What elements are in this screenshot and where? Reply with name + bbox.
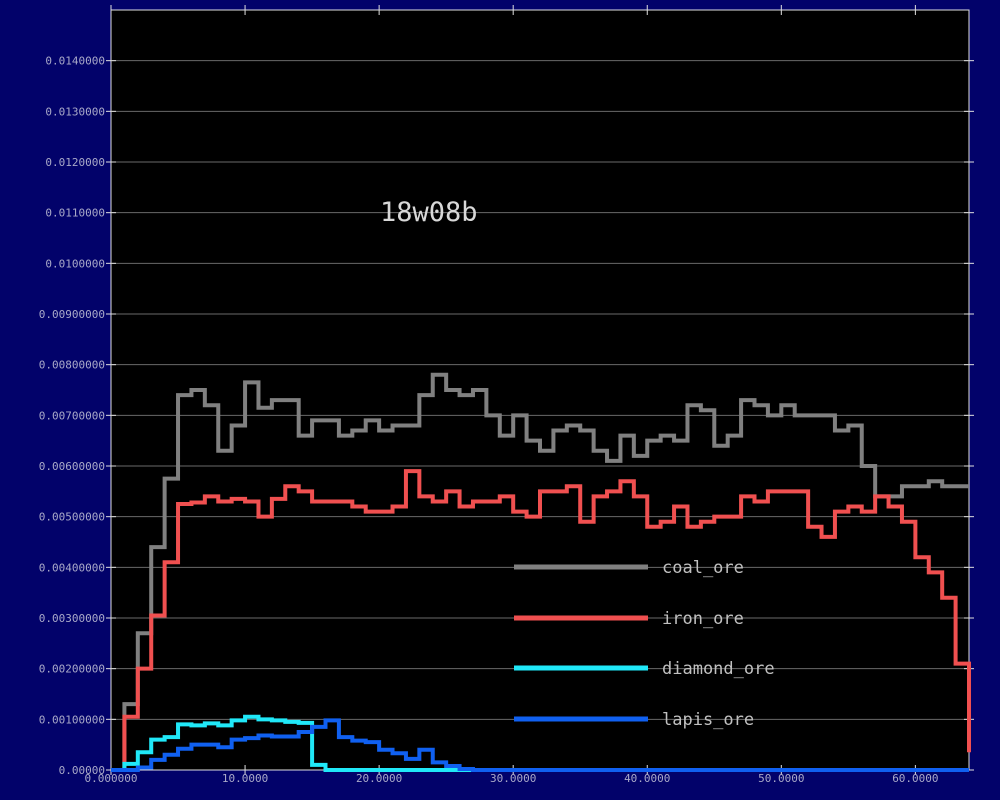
- x-tick-label: 60.0000: [892, 772, 938, 785]
- chart-title: 18w08b: [380, 197, 478, 228]
- x-tick-label: 0.000000: [85, 772, 138, 785]
- plot-background: [110, 9, 970, 771]
- y-tick-label: 0.00800000: [39, 359, 105, 372]
- x-tick-label: 40.0000: [624, 772, 670, 785]
- x-tick-label: 30.0000: [490, 772, 536, 785]
- y-tick-label: 0.0100000: [45, 257, 105, 270]
- x-tick-label: 50.0000: [758, 772, 804, 785]
- y-tick-label: 0.0110000: [45, 207, 105, 220]
- chart-svg: 0.000000.001000000.002000000.003000000.0…: [39, 5, 974, 785]
- y-tick-label: 0.00100000: [39, 713, 105, 726]
- legend-label-lapis-ore: lapis_ore: [662, 710, 754, 730]
- y-tick-label: 0.00900000: [39, 308, 105, 321]
- x-tick-label: 10.0000: [222, 772, 268, 785]
- legend-label-iron-ore: iron_ore: [662, 609, 744, 629]
- legend-label-diamond-ore: diamond_ore: [662, 659, 775, 679]
- y-tick-label: 0.0140000: [45, 55, 105, 68]
- y-tick-label: 0.0120000: [45, 156, 105, 169]
- y-tick-label: 0.0130000: [45, 105, 105, 118]
- y-tick-label: 0.00300000: [39, 612, 105, 625]
- y-tick-label: 0.00700000: [39, 409, 105, 422]
- legend-label-coal-ore: coal_ore: [662, 558, 744, 578]
- y-tick-label: 0.00500000: [39, 511, 105, 524]
- x-tick-label: 20.0000: [356, 772, 402, 785]
- chart: 0.00000 0.00100000 0.00200000 0.00300000 0.0…: [0, 0, 1000, 800]
- y-tick-label: 0.00400000: [39, 561, 105, 574]
- y-tick-label: 0.00200000: [39, 663, 105, 676]
- y-tick-label: 0.00600000: [39, 460, 105, 473]
